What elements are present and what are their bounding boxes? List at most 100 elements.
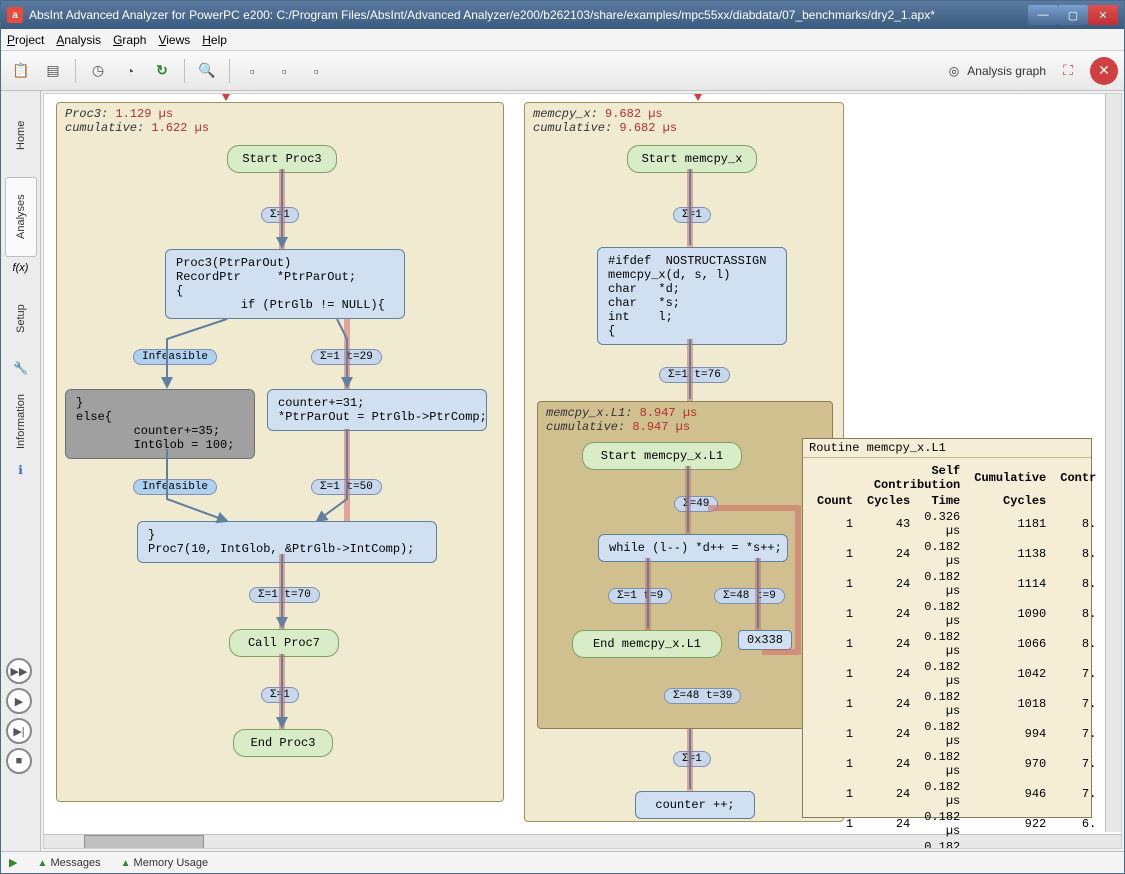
table-row[interactable]: 1240.182 µs10668. [811, 630, 1102, 658]
edge-t29: Σ=1 t=29 [311, 349, 382, 365]
edge-t39: Σ=48 t=39 [664, 688, 741, 704]
proc-header: memcpy_x: 9.682 µs cumulative: 9.682 µs [525, 103, 843, 139]
node-else-block[interactable]: } else{ counter+=35; IntGlob = 100; [65, 389, 255, 459]
edge-t76: Σ=1 t=76 [659, 367, 730, 383]
tool-page2-icon[interactable]: ▫ [270, 57, 298, 85]
col-contr: Contr [1054, 464, 1102, 492]
edge-infeasible: Infeasible [133, 349, 217, 365]
menu-help[interactable]: Help [202, 33, 227, 47]
menu-project[interactable]: Project [7, 33, 44, 47]
menu-analysis[interactable]: Analysis [56, 33, 101, 47]
minimize-button[interactable]: — [1028, 5, 1058, 25]
statusbar: ▶ ▲ Messages ▲ Memory Usage [1, 851, 1124, 873]
tool-list-icon[interactable]: ▤ [39, 57, 67, 85]
app-icon: a [7, 7, 23, 23]
tool-fullscreen-icon[interactable]: ⛶ [1054, 57, 1082, 85]
toolbar: 📋 ▤ ◷ ◔ ↻ 🔍 ▫ ▫ ▫ ◎ Analysis graph ⛶ ✕ [1, 51, 1124, 91]
node-call-proc7[interactable]: Call Proc7 [229, 629, 339, 657]
proc-header: Proc3: 1.129 µs cumulative: 1.622 µs [57, 103, 503, 139]
node-end-l1[interactable]: End memcpy_x.L1 [572, 630, 722, 658]
separator [75, 59, 76, 83]
app-window: a AbsInt Advanced Analyzer for PowerPC e… [0, 0, 1125, 874]
vertical-scrollbar[interactable] [1105, 94, 1121, 832]
col-self: Self Contribution [861, 464, 966, 492]
separator [184, 59, 185, 83]
menubar: Project Analysis Graph Views Help [1, 29, 1124, 51]
table-row[interactable]: 1240.182 µs9226. [811, 810, 1102, 838]
window-title: AbsInt Advanced Analyzer for PowerPC e20… [29, 8, 1028, 22]
playback-controls: ▶▶ ▶ ▶| ■ [6, 658, 34, 774]
titlebar: a AbsInt Advanced Analyzer for PowerPC e… [1, 1, 1124, 29]
node-proc7-call-src[interactable]: } Proc7(10, IntGlob, &PtrGlb->IntComp); [137, 521, 437, 563]
play-button[interactable]: ▶ [6, 688, 32, 714]
separator [229, 59, 230, 83]
stop-button[interactable]: ■ [6, 748, 32, 774]
status-messages[interactable]: ▲ Messages [37, 857, 100, 869]
sidebar-tab-setup[interactable]: Setup [5, 279, 37, 359]
fx-icon[interactable]: f(x) [13, 259, 29, 277]
table-row[interactable]: 1240.182 µs11388. [811, 540, 1102, 568]
entry-arrow-icon [222, 94, 230, 101]
nested-panel-l1: memcpy_x.L1: 8.947 µs cumulative: 8.947 … [537, 401, 833, 729]
run-icon[interactable]: ▶ [9, 856, 17, 869]
edge-sigma: Σ=1 [261, 207, 299, 223]
tool-refresh-icon[interactable]: ↻ [148, 57, 176, 85]
node-counter31[interactable]: counter+=31; *PtrParOut = PtrGlb->PtrCom… [267, 389, 487, 431]
maximize-button[interactable]: ▢ [1058, 5, 1088, 25]
nested-header: memcpy_x.L1: 8.947 µs cumulative: 8.947 … [538, 402, 832, 438]
edge-infeasible: Infeasible [133, 479, 217, 495]
info-icon[interactable]: ℹ [18, 463, 23, 481]
sidebar-tab-analyses[interactable]: Analyses [5, 177, 37, 257]
status-memory[interactable]: ▲ Memory Usage [121, 857, 209, 869]
tool-gauge-icon[interactable]: ◷ [84, 57, 112, 85]
node-start-proc3[interactable]: Start Proc3 [227, 145, 337, 173]
step-button[interactable]: ▶| [6, 718, 32, 744]
edge-t9b: Σ=48 t=9 [714, 588, 785, 604]
node-start-l1[interactable]: Start memcpy_x.L1 [582, 442, 742, 470]
table-row[interactable]: 1240.182 µs8986. [811, 840, 1102, 849]
tool-piechart-icon[interactable]: ◔ [116, 57, 144, 85]
node-end-proc3[interactable]: End Proc3 [233, 729, 333, 757]
edge-t70: Σ=1 t=70 [249, 587, 320, 603]
table-row[interactable]: 1240.182 µs11148. [811, 570, 1102, 598]
popup-routine-table[interactable]: Routine memcpy_x.L1 Self Contribution Cu… [802, 438, 1092, 818]
tool-closeview-icon[interactable]: ✕ [1090, 57, 1118, 85]
tool-zoom-icon[interactable]: 🔍 [193, 57, 221, 85]
tool-notes-icon[interactable]: 📋 [7, 57, 35, 85]
node-addr[interactable]: 0x338 [738, 630, 792, 650]
entry-arrow-icon [694, 94, 702, 101]
table-row[interactable]: 1240.182 µs10908. [811, 600, 1102, 628]
popup-title: Routine memcpy_x.L1 [803, 439, 1091, 458]
sidebar-tab-information[interactable]: Information [5, 381, 37, 461]
node-memcpy-head[interactable]: #ifdef NOSTRUCTASSIGN memcpy_x(d, s, l) … [597, 247, 787, 345]
table-row[interactable]: 1240.182 µs9467. [811, 780, 1102, 808]
proc-panel-memcpy: memcpy_x: 9.682 µs cumulative: 9.682 µs … [524, 102, 844, 822]
wrench-icon[interactable]: 🔧 [13, 361, 28, 379]
edge-sigma49: Σ=49 [674, 496, 718, 512]
tool-page1-icon[interactable]: ▫ [238, 57, 266, 85]
edge-t50: Σ=1 t=50 [311, 479, 382, 495]
proc-panel-proc3: Proc3: 1.129 µs cumulative: 1.622 µs Sta… [56, 102, 504, 802]
col-cum: Cumulative [968, 464, 1052, 492]
edge-sigma: Σ=1 [673, 751, 711, 767]
edge-sigma: Σ=1 [673, 207, 711, 223]
table-row[interactable]: 1430.326 µs11818. [811, 510, 1102, 538]
table-row[interactable]: 1240.182 µs9707. [811, 750, 1102, 778]
toolbar-mode-label: Analysis graph [967, 64, 1046, 78]
sidebar-tab-home[interactable]: Home [5, 95, 37, 175]
menu-views[interactable]: Views [158, 33, 190, 47]
target-icon: ◎ [949, 64, 959, 78]
tool-page3-icon[interactable]: ▫ [302, 57, 330, 85]
node-proc3-head[interactable]: Proc3(PtrParOut) RecordPtr *PtrParOut; {… [165, 249, 405, 319]
graph-canvas[interactable]: Proc3: 1.129 µs cumulative: 1.622 µs Sta… [43, 93, 1122, 849]
play-fast-button[interactable]: ▶▶ [6, 658, 32, 684]
node-start-memcpy[interactable]: Start memcpy_x [627, 145, 757, 173]
table-row[interactable]: 1240.182 µs10187. [811, 690, 1102, 718]
node-while[interactable]: while (l--) *d++ = *s++; [598, 534, 788, 562]
menu-graph[interactable]: Graph [113, 33, 146, 47]
table-row[interactable]: 1240.182 µs10427. [811, 660, 1102, 688]
table-row[interactable]: 1240.182 µs9947. [811, 720, 1102, 748]
edge-t9a: Σ=1 t=9 [608, 588, 672, 604]
close-button[interactable]: ✕ [1088, 5, 1118, 25]
node-counter-inc[interactable]: counter ++; [635, 791, 755, 819]
